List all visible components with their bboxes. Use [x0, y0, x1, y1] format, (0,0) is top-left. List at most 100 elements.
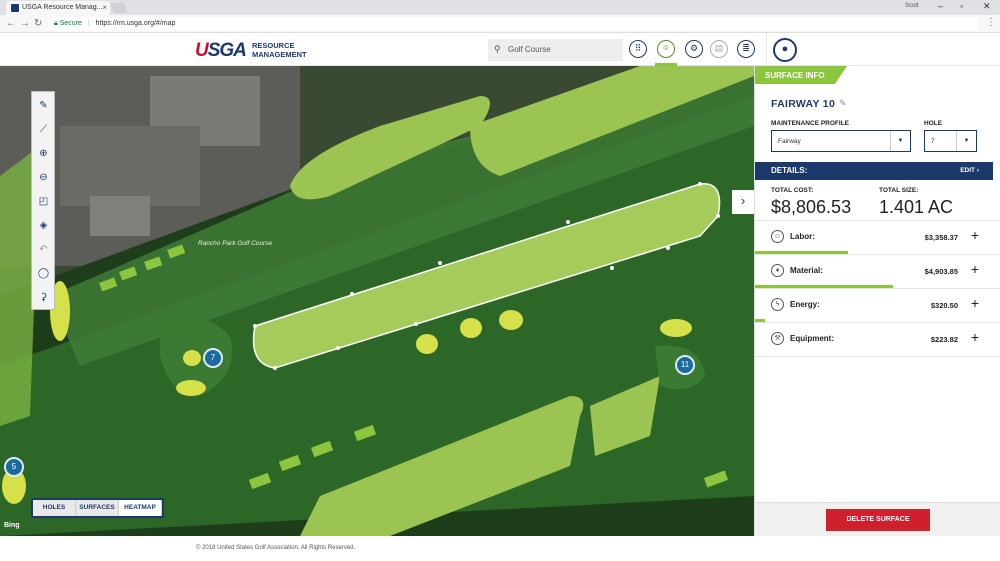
bing-attribution: Bing [4, 522, 20, 529]
gear-icon[interactable]: ⚙ [685, 40, 703, 58]
expand-plus-icon[interactable]: + [971, 227, 979, 243]
clipboard-icon[interactable]: ▤ [710, 40, 728, 58]
hole-value: 7 [931, 138, 935, 145]
maintenance-profile-label: MAINTENANCE PROFILE [771, 120, 849, 127]
equipment-icon: ⚒ [771, 332, 784, 345]
details-header: DETAILS: EDIT › [755, 162, 993, 180]
total-size-label: TOTAL SIZE: [879, 187, 919, 194]
maintenance-profile-select[interactable]: Fairway ▼ [771, 130, 911, 152]
menu-dots-icon[interactable]: ⋮ [986, 17, 996, 28]
view-heatmap-button[interactable]: HEATMAP [119, 500, 162, 516]
forward-icon[interactable]: → [20, 18, 30, 29]
expand-plus-icon[interactable]: + [971, 329, 979, 345]
minimize-icon[interactable]: – [938, 1, 943, 11]
building-roof [90, 196, 150, 236]
chevron-right-icon[interactable]: › [732, 190, 754, 214]
address-bar: ← → ↻ 🔒︎ Secure | https://rm.usga.org/#/… [0, 15, 1000, 33]
list-doc-icon[interactable]: ≣ [737, 40, 755, 58]
tab-tip [835, 66, 847, 84]
maximize-icon[interactable]: ▫ [960, 1, 963, 11]
tab-title: USGA Resource Manag... [22, 4, 103, 11]
logo-subtitle: RESOURCE MANAGEMENT [252, 41, 307, 59]
material-icon: ♦ [771, 264, 784, 277]
window-user[interactable]: Scott [905, 3, 919, 9]
browser-tabbar: USGA Resource Manag... × Scott – ▫ ✕ [0, 0, 1000, 15]
cost-row-equipment: ⚒ Equipment: $223.82 + [755, 323, 1000, 356]
map-pin-icon[interactable]: ⌾ [657, 40, 675, 58]
delete-surface-button[interactable]: DELETE SURFACE [826, 509, 930, 531]
chevron-down-icon: ▼ [956, 131, 976, 151]
cost-row-energy: ϟ Energy: $320.50 + [755, 289, 1000, 322]
chevron-down-icon: ▼ [890, 131, 910, 151]
url-text: https://rm.usga.org/#/map [95, 20, 176, 27]
url-separator: | [87, 20, 90, 27]
view-toggle: HOLES SURFACES HEATMAP [31, 498, 164, 518]
map-view[interactable]: Rancho Park Golf Course 7 11 5 [0, 66, 754, 536]
url-field[interactable]: 🔒︎ Secure | https://rm.usga.org/#/map [48, 17, 978, 31]
grid-icon[interactable]: ⠿ [629, 40, 647, 58]
total-size-value: 1.401 AC [879, 197, 954, 217]
divider [755, 356, 1000, 357]
hole-marker-11[interactable]: 11 [675, 355, 695, 375]
undo-icon[interactable]: ↶ [35, 241, 52, 258]
row-value: $223.82 [930, 335, 958, 344]
surface-info-tab[interactable]: SURFACE INFO [755, 66, 835, 84]
back-icon[interactable]: ← [6, 18, 16, 29]
edit-title-icon[interactable]: ✎ [839, 98, 847, 109]
details-edit-link[interactable]: EDIT › [960, 167, 979, 174]
golfer-icon[interactable]: ⚳ [35, 289, 52, 306]
reload-icon[interactable]: ↻ [34, 18, 42, 29]
user-icon[interactable]: ● [773, 38, 797, 62]
hole-label: HOLE [924, 120, 943, 127]
header-divider [766, 33, 767, 66]
pencil-icon[interactable]: ✎ [35, 97, 52, 114]
details-label: DETAILS: [771, 166, 808, 175]
favicon-icon [11, 4, 19, 12]
secure-label: Secure [59, 20, 82, 27]
zoom-out-icon[interactable]: ⊖ [35, 169, 52, 186]
new-tab-button[interactable] [110, 3, 128, 13]
total-cost-value: $8,806.53 [771, 197, 852, 217]
browser-tab[interactable]: USGA Resource Manag... × [6, 1, 110, 15]
aerial-map [0, 66, 754, 536]
edit-shape-icon[interactable]: ◰ [35, 193, 52, 210]
hole-marker-5[interactable]: 5 [4, 457, 24, 477]
lock-icon: 🔒︎ [54, 20, 58, 27]
energy-icon: ϟ [771, 298, 784, 311]
view-surfaces-button[interactable]: SURFACES [76, 500, 119, 516]
cost-row-labor: ☺ Labor: $3,358.37 + [755, 221, 1000, 254]
map-toolbar: ✎ ⟋ ⊕ ⊖ ◰ ◈ ↶ ◯ ⚳ [31, 91, 55, 310]
search-input[interactable]: ⚲ Golf Course [488, 39, 623, 61]
row-label: Material: [790, 266, 823, 275]
hole-marker-7[interactable]: 7 [203, 348, 223, 368]
course-label: Rancho Park Golf Course [198, 240, 273, 247]
layers-icon[interactable]: ◈ [35, 217, 52, 234]
usga-logo[interactable]: USGA [195, 40, 247, 62]
hole-select[interactable]: 7 ▼ [924, 130, 977, 152]
row-label: Energy: [790, 300, 820, 309]
surface-info-panel: SURFACE INFO FAIRWAY 10 ✎ MAINTENANCE PR… [754, 66, 1000, 536]
row-value: $320.50 [930, 301, 958, 310]
copyright: © 2018 United States Golf Association. A… [196, 545, 356, 551]
ruler-icon[interactable]: ⟋ [35, 121, 52, 138]
parking-lot [60, 126, 200, 206]
row-label: Equipment: [790, 334, 834, 343]
surface-title: FAIRWAY 10 [771, 98, 836, 110]
expand-plus-icon[interactable]: + [971, 261, 979, 277]
labor-icon: ☺ [771, 230, 784, 243]
zoom-in-icon[interactable]: ⊕ [35, 145, 52, 162]
close-window-icon[interactable]: ✕ [983, 1, 991, 12]
cost-row-material: ♦ Material: $4,903.85 + [755, 255, 1000, 288]
search-value: Golf Course [508, 45, 551, 54]
panel-footer: DELETE SURFACE [755, 502, 1000, 536]
app-header: USGA RESOURCE MANAGEMENT ⚲ Golf Course ⠿… [0, 33, 1000, 66]
view-holes-button[interactable]: HOLES [33, 500, 76, 516]
lasso-icon[interactable]: ◯ [35, 265, 52, 282]
maintenance-profile-value: Fairway [778, 138, 801, 145]
total-cost-label: TOTAL COST: [771, 187, 814, 194]
tab-close-icon[interactable]: × [102, 3, 107, 12]
row-label: Labor: [790, 232, 815, 241]
row-value: $3,358.37 [924, 233, 958, 242]
expand-plus-icon[interactable]: + [971, 295, 979, 311]
search-icon: ⚲ [494, 44, 501, 54]
